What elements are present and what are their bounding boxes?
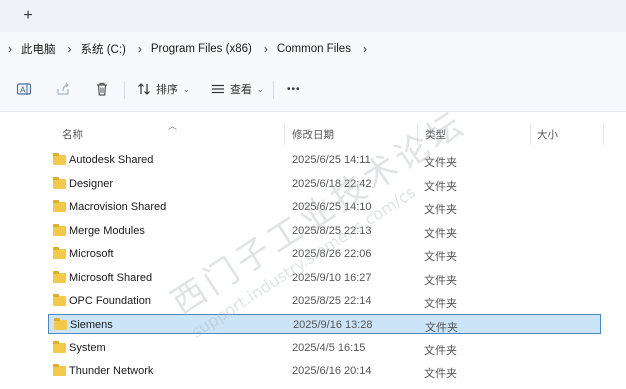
file-modified: 2025/9/16 13:28	[293, 319, 373, 331]
view-list-icon	[212, 84, 224, 94]
sort-ascending-icon: ︿	[168, 121, 178, 131]
folder-icon	[53, 294, 66, 306]
file-modified: 2025/6/16 20:14	[292, 365, 372, 377]
view-button[interactable]: 查看 ⌄	[211, 78, 264, 100]
chevron-right-icon[interactable]: ›	[138, 42, 142, 56]
file-type: 文件夹	[424, 251, 457, 263]
tab-bar: +	[0, 0, 626, 32]
file-type: 文件夹	[424, 204, 457, 216]
file-row[interactable]: Microsoft 2025/8/26 22:06 文件夹	[48, 244, 601, 264]
file-row[interactable]: OPC Foundation 2025/8/25 22:14 文件夹	[48, 291, 601, 311]
folder-icon	[53, 364, 66, 376]
file-name: System	[69, 342, 106, 354]
share-button[interactable]	[55, 78, 71, 100]
breadcrumb-item-program-files-x86[interactable]: Program Files (x86)	[151, 43, 252, 55]
file-row[interactable]: Merge Modules 2025/8/25 22:13 文件夹	[48, 221, 601, 241]
file-modified: 2025/6/25 14:10	[292, 201, 372, 213]
file-modified: 2025/6/18 22:42	[292, 177, 372, 190]
chevron-right-icon[interactable]: ›	[363, 42, 367, 56]
file-row[interactable]: Thunder Network 2025/6/16 20:14 文件夹	[48, 361, 601, 381]
file-row[interactable]: Microsoft Shared 2025/9/10 16:27 文件夹	[48, 268, 601, 288]
chevron-down-icon: ⌄	[257, 84, 264, 94]
column-divider[interactable]	[530, 123, 531, 145]
file-name: OPC Foundation	[69, 295, 151, 307]
column-divider[interactable]	[284, 123, 285, 145]
file-modified: 2025/6/25 14:11	[292, 154, 371, 166]
svg-text:A: A	[20, 86, 26, 95]
chevron-right-icon[interactable]: ›	[264, 42, 268, 56]
file-name: Merge Modules	[69, 224, 145, 237]
file-row[interactable]: Designer 2025/6/18 22:42 文件夹	[48, 174, 601, 194]
file-name: Microsoft Shared	[69, 271, 153, 284]
column-divider[interactable]	[417, 123, 418, 145]
folder-icon	[53, 223, 66, 236]
file-type: 文件夹	[424, 157, 457, 169]
column-header-modified[interactable]: 修改日期	[292, 127, 334, 142]
rename-icon: A	[16, 83, 32, 95]
rename-button[interactable]: A	[16, 78, 32, 100]
file-name: Designer	[69, 177, 114, 190]
column-divider[interactable]	[603, 123, 604, 145]
file-name: Microsoft	[69, 248, 114, 260]
new-tab-button[interactable]: +	[18, 6, 38, 26]
breadcrumb-item-system-c[interactable]: 系统 (C:)	[81, 41, 126, 57]
view-label: 查看	[230, 84, 252, 96]
folder-icon	[53, 200, 66, 212]
more-options-button[interactable]: •••	[287, 78, 301, 100]
file-row[interactable]: Autodesk Shared 2025/6/25 14:11 文件夹	[48, 150, 601, 170]
folder-icon	[53, 247, 66, 259]
file-type: 文件夹	[424, 368, 457, 380]
chevron-right-icon[interactable]: ›	[8, 42, 12, 56]
column-header-name[interactable]: 名称	[62, 127, 83, 142]
delete-button[interactable]	[94, 78, 110, 100]
chevron-right-icon[interactable]: ›	[68, 42, 72, 56]
file-row[interactable]: System 2025/4/5 16:15 文件夹	[48, 338, 601, 358]
toolbar-divider	[124, 81, 125, 99]
file-type: 文件夹	[424, 180, 457, 193]
folder-icon	[53, 270, 66, 283]
sort-button[interactable]: 排序 ⌄	[137, 78, 190, 100]
breadcrumb: › 此电脑 › 系统 (C:) › Program Files (x86) › …	[0, 32, 626, 66]
file-row[interactable]: Macrovision Shared 2025/6/25 14:10 文件夹	[48, 197, 601, 217]
folder-icon	[54, 318, 67, 330]
file-name: Thunder Network	[69, 365, 154, 377]
command-bar: A 排序 ⌄ 查看 ⌄ •••	[0, 66, 626, 112]
file-modified: 2025/8/26 22:06	[292, 248, 372, 260]
file-row-selected[interactable]: Siemens 2025/9/16 13:28 文件夹	[48, 314, 601, 334]
share-icon	[57, 82, 69, 95]
folder-icon	[53, 341, 66, 353]
file-name: Autodesk Shared	[69, 154, 154, 166]
breadcrumb-item-this-pc[interactable]: 此电脑	[21, 41, 56, 57]
file-modified: 2025/8/25 22:13	[292, 224, 372, 237]
folder-icon	[53, 153, 66, 165]
file-modified: 2025/8/25 22:14	[292, 295, 372, 307]
file-type: 文件夹	[425, 322, 458, 334]
column-header-size[interactable]: 大小	[537, 127, 558, 142]
file-type: 文件夹	[424, 274, 457, 287]
toolbar-divider	[273, 81, 274, 99]
file-modified: 2025/4/5 16:15	[292, 342, 366, 354]
column-header-type[interactable]: 类型	[425, 127, 446, 142]
breadcrumb-item-common-files[interactable]: Common Files	[277, 43, 351, 55]
file-name: Siemens	[70, 319, 113, 331]
file-type: 文件夹	[424, 298, 457, 310]
chevron-down-icon: ⌄	[183, 84, 190, 94]
sort-label: 排序	[156, 84, 178, 96]
file-name: Macrovision Shared	[69, 201, 167, 213]
file-modified: 2025/9/10 16:27	[292, 271, 372, 284]
file-type: 文件夹	[424, 345, 457, 357]
sort-icon	[138, 83, 150, 95]
file-type: 文件夹	[424, 227, 457, 240]
folder-icon	[53, 176, 66, 189]
trash-icon	[97, 82, 107, 96]
file-list: ︿ 名称 修改日期 类型 大小 Autodesk Shared 2025/6/2…	[0, 103, 626, 389]
